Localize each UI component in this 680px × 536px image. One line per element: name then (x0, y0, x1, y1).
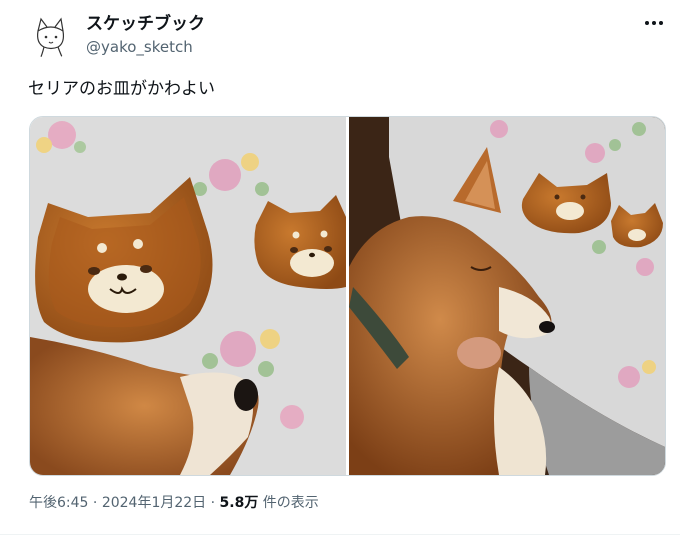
handle[interactable]: @yako_sketch (86, 37, 193, 57)
tweet-card: スケッチブック @yako_sketch セリアのお皿がかわよい 午後6:45 … (0, 0, 680, 536)
display-name[interactable]: スケッチブック (86, 13, 205, 35)
tweet-text: セリアのお皿がかわよい (28, 79, 215, 99)
tweet-date[interactable]: 2024年1月22日 (102, 495, 206, 511)
tweet-time[interactable]: 午後6:45 (29, 495, 88, 511)
views-count: 5.8万 (219, 495, 259, 511)
divider (0, 534, 680, 535)
meta-separator: · (206, 495, 220, 511)
photo-2[interactable] (349, 117, 665, 475)
avatar[interactable] (28, 13, 74, 59)
views-label: 件の表示 (258, 495, 319, 511)
media-grid (29, 116, 666, 476)
photo-1[interactable] (30, 117, 346, 475)
more-options-icon[interactable] (640, 14, 668, 32)
dog-sketch-icon (37, 17, 65, 59)
tweet-meta: 午後6:45 · 2024年1月22日 · 5.8万 件の表示 (29, 493, 319, 513)
meta-separator: · (88, 495, 102, 511)
